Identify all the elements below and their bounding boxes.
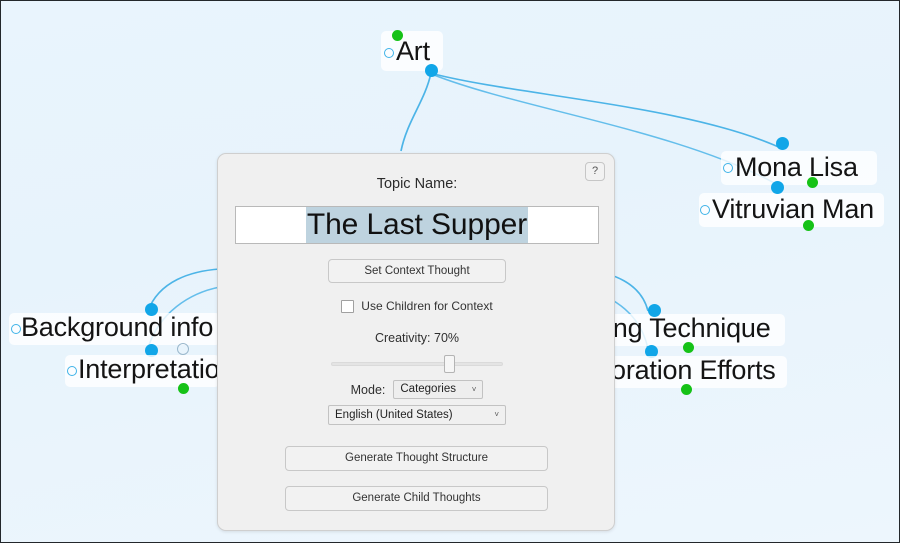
creativity-label: Creativity: 70% (374, 331, 460, 345)
node-label-background-info: Background info (21, 312, 214, 342)
node-collapse-ring-icon[interactable] (11, 324, 21, 334)
node-label-vitruvian-man: Vitruvian Man (712, 194, 874, 224)
node-status-dot-green[interactable] (803, 220, 814, 231)
chevron-down-icon: ˅ (494, 410, 499, 419)
node-collapse-ring-gray-icon[interactable] (177, 343, 189, 355)
creativity-slider-track[interactable] (331, 362, 503, 366)
use-children-for-context-checkbox[interactable] (341, 299, 355, 313)
node-link-dot-blue[interactable] (648, 304, 661, 317)
creativity-slider[interactable] (331, 354, 503, 374)
set-context-thought-button[interactable]: Set Context Thought (328, 259, 506, 283)
ai-generation-dialog: ? Topic Name: The Last Supper Set Contex… (217, 153, 615, 531)
node-label-painting-technique: ing Technique (607, 313, 771, 343)
mode-select-value: Categories (400, 383, 456, 395)
generate-child-thoughts-button[interactable]: Generate Child Thoughts (285, 486, 548, 511)
node-link-dot-blue[interactable] (145, 303, 158, 316)
node-label-interpretation: Interpretation (78, 354, 235, 384)
use-children-for-context-label: Use Children for Context (361, 299, 493, 313)
node-status-dot-green[interactable] (178, 383, 189, 394)
node-status-dot-green[interactable] (807, 177, 818, 188)
node-status-dot-green[interactable] (683, 342, 694, 353)
mode-label: Mode: (350, 382, 386, 397)
chevron-down-icon: ˅ (471, 385, 477, 394)
app-window: Art Mona Lisa Vitruvian Man Background i… (0, 0, 900, 543)
node-link-dot-blue[interactable] (425, 64, 438, 77)
node-label-art: Art (396, 36, 430, 66)
node-collapse-ring-icon[interactable] (384, 48, 394, 58)
mode-select[interactable]: Categories ˅ (393, 380, 484, 399)
node-label-collaboration-efforts: oration Efforts (611, 355, 776, 385)
node-link-dot-blue[interactable] (776, 137, 789, 150)
node-link-dot-blue[interactable] (771, 181, 784, 194)
topic-name-input[interactable]: The Last Supper (235, 206, 599, 244)
creativity-slider-thumb[interactable] (444, 355, 455, 373)
mode-row: Mode: Categories ˅ (218, 380, 616, 399)
language-select-value: English (United States) (335, 409, 453, 421)
use-children-for-context-row[interactable]: Use Children for Context (218, 299, 616, 313)
node-status-dot-green[interactable] (681, 384, 692, 395)
topic-name-label: Topic Name: (376, 176, 458, 192)
node-collapse-ring-icon[interactable] (67, 366, 77, 376)
node-label-mona-lisa: Mona Lisa (735, 152, 858, 182)
topic-name-input-value: The Last Supper (305, 207, 529, 243)
language-select[interactable]: English (United States) ˅ (328, 405, 506, 425)
node-collapse-ring-icon[interactable] (700, 205, 710, 215)
generate-thought-structure-button[interactable]: Generate Thought Structure (285, 446, 548, 471)
node-collapse-ring-icon[interactable] (723, 163, 733, 173)
